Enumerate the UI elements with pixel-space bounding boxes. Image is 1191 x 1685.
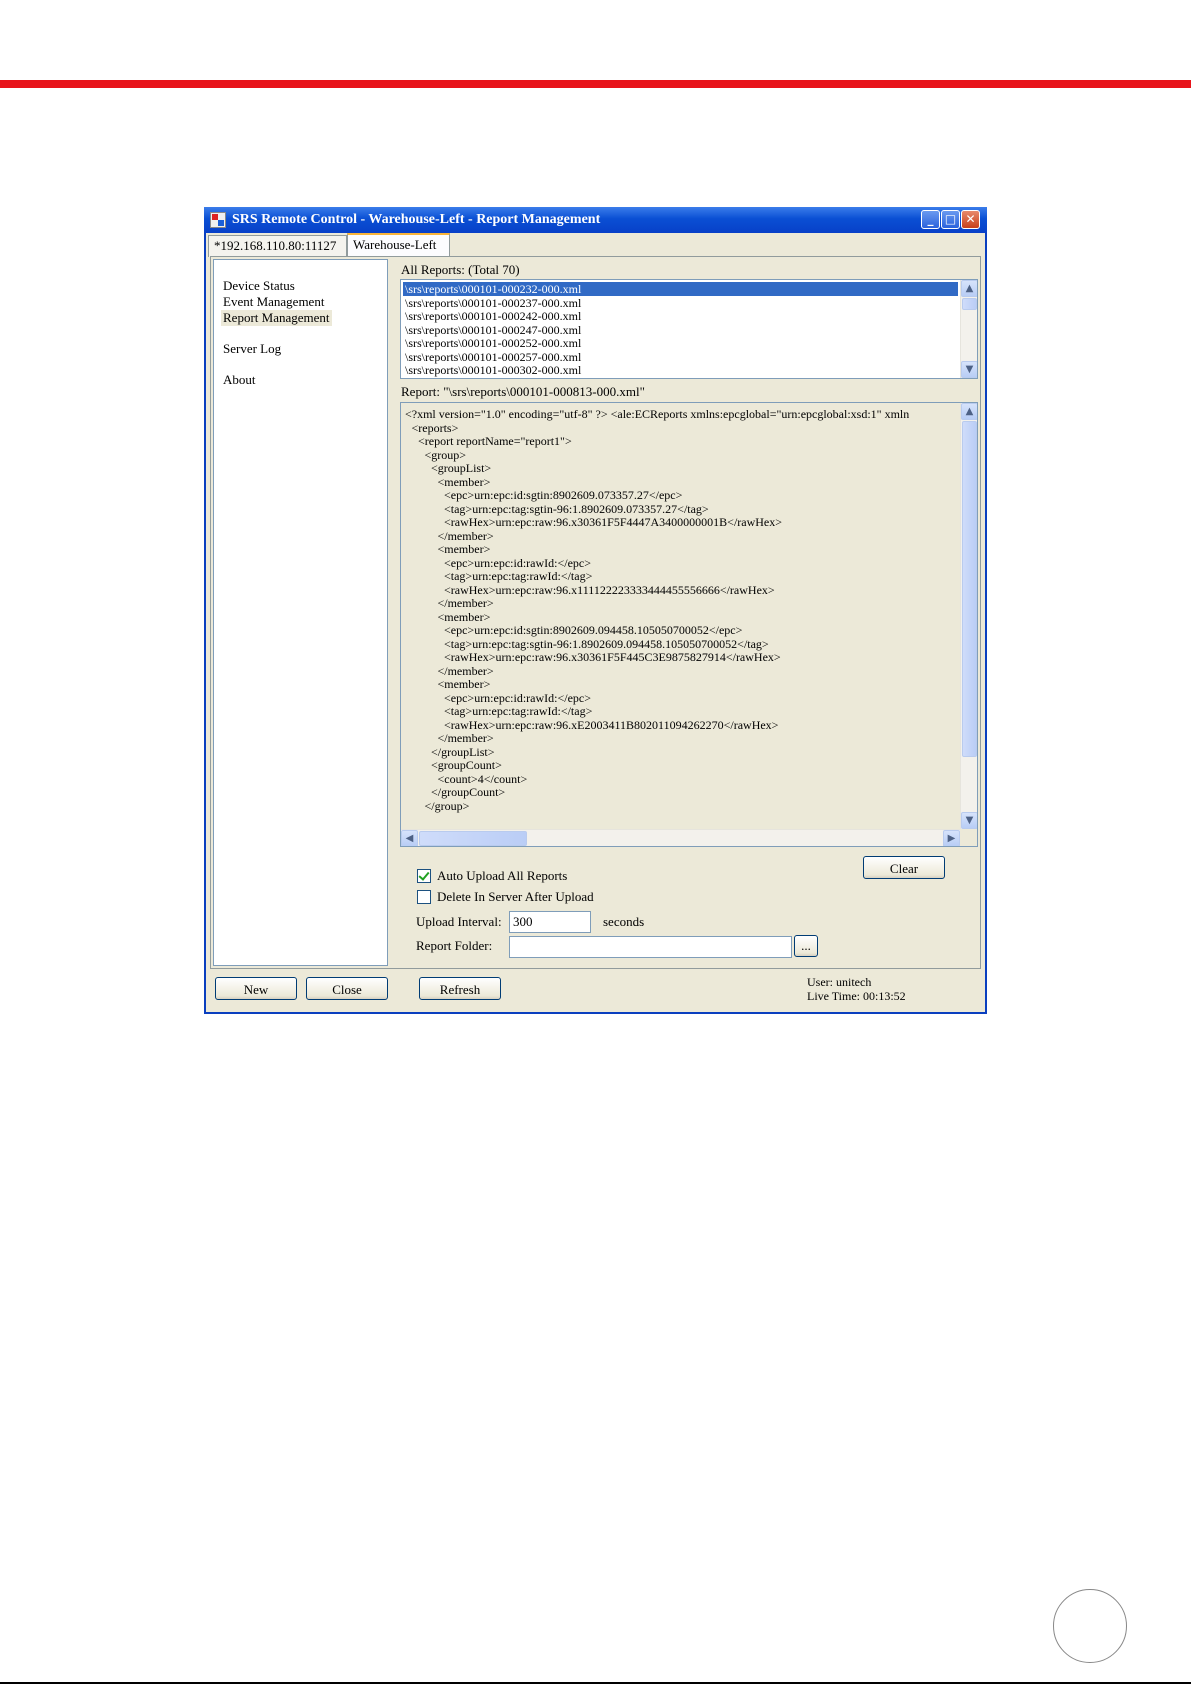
- scroll-right-icon[interactable]: ▶: [943, 830, 960, 846]
- live-time-status: Live Time: 00:13:52: [807, 989, 906, 1003]
- nav-item-about[interactable]: About: [221, 372, 258, 388]
- scroll-up-icon[interactable]: ▲: [961, 280, 977, 297]
- xml-line: <member>: [437, 474, 491, 489]
- new-button[interactable]: New: [215, 977, 297, 1000]
- user-status: User: unitech: [807, 975, 872, 989]
- xml-line: <tag>urn:epc:tag:sgtin-96:1.8902609.0733…: [444, 501, 709, 516]
- minimize-button[interactable]: _: [921, 210, 940, 229]
- list-item[interactable]: \srs\reports\000101-000257-000.xml: [403, 350, 583, 364]
- reports-list[interactable]: \srs\reports\000101-000232-000.xml \srs\…: [400, 279, 978, 379]
- auto-upload-label: Auto Upload All Reports: [437, 868, 568, 883]
- scroll-corner: [960, 829, 977, 846]
- list-item[interactable]: \srs\reports\000101-000302-000.xml: [403, 363, 583, 377]
- report-xml-viewer[interactable]: <?xml version="1.0" encoding="utf-8" ?> …: [400, 402, 978, 847]
- refresh-button[interactable]: Refresh: [419, 977, 501, 1000]
- xml-line: </group>: [424, 798, 470, 813]
- xml-line: <rawHex>urn:epc:raw:96.x30361F5F445C3E98…: [444, 650, 781, 664]
- xml-line: <tag>urn:epc:tag:rawId:</tag>: [444, 704, 593, 718]
- close-window-button[interactable]: ✕: [961, 210, 980, 229]
- scroll-down-icon[interactable]: ▼: [961, 361, 977, 378]
- xml-line: <rawHex>urn:epc:raw:96.x30361F5F4447A340…: [444, 515, 783, 529]
- list-item[interactable]: \srs\reports\000101-000242-000.xml: [403, 309, 583, 323]
- xml-line: <member>: [437, 609, 491, 624]
- report-vertical-scrollbar[interactable]: ▲ ▼: [960, 403, 977, 829]
- report-title-label: Report: "\srs\reports\000101-000813-000.…: [401, 384, 645, 399]
- tab-content: Device Status Event Management Report Ma…: [210, 256, 981, 969]
- list-item[interactable]: \srs\reports\000101-000247-000.xml: [403, 323, 583, 337]
- clear-button[interactable]: Clear: [863, 856, 945, 879]
- xml-line: <epc>urn:epc:id:sgtin:8902609.094458.105…: [444, 623, 743, 637]
- xml-line: <report reportName="report1">: [418, 434, 572, 448]
- app-window: SRS Remote Control - Warehouse-Left - Re…: [204, 207, 987, 1014]
- scroll-down-icon[interactable]: ▼: [961, 812, 977, 829]
- xml-line: <epc>urn:epc:id:sgtin:8902609.073357.27<…: [444, 488, 683, 502]
- xml-line: <groupList>: [431, 461, 492, 475]
- list-item[interactable]: \srs\reports\000101-000232-000.xml: [403, 282, 958, 296]
- xml-line: <groupCount>: [431, 758, 502, 772]
- xml-line: <epc>urn:epc:id:rawId:</epc>: [444, 690, 592, 705]
- delete-after-upload-label: Delete In Server After Upload: [437, 889, 594, 904]
- list-item[interactable]: \srs\reports\000101-000237-000.xml: [403, 296, 583, 310]
- xml-line: </groupList>: [431, 744, 495, 759]
- xml-line: <tag>urn:epc:tag:rawId:</tag>: [444, 569, 593, 583]
- xml-line: <reports>: [411, 420, 459, 435]
- nav-item-device-status[interactable]: Device Status: [221, 278, 297, 294]
- page-number-circle: [1053, 1589, 1127, 1663]
- xml-line: <member>: [437, 542, 491, 556]
- app-icon: [210, 212, 226, 228]
- report-horizontal-scrollbar[interactable]: ◀ ▶: [401, 829, 960, 846]
- maximize-button[interactable]: □: [941, 210, 960, 229]
- xml-line: </member>: [437, 596, 494, 610]
- page-header-rule: [0, 80, 1191, 88]
- report-folder-input[interactable]: [509, 936, 792, 958]
- scroll-up-icon[interactable]: ▲: [961, 403, 977, 420]
- page-footer-rule: [0, 1682, 1191, 1684]
- report-folder-label: Report Folder:: [416, 938, 493, 953]
- seconds-label: seconds: [603, 914, 645, 929]
- delete-after-upload-checkbox[interactable]: [417, 890, 431, 904]
- nav-panel: Device Status Event Management Report Ma…: [213, 259, 388, 966]
- xml-line: <member>: [437, 677, 491, 691]
- xml-line: </member>: [437, 528, 494, 543]
- tab-connection[interactable]: *192.168.110.80:11127: [208, 235, 347, 257]
- scroll-left-icon[interactable]: ◀: [401, 830, 418, 846]
- list-item[interactable]: \srs\reports\000101-000252-000.xml: [403, 336, 583, 350]
- xml-line: <group>: [424, 447, 467, 462]
- xml-line: <epc>urn:epc:id:rawId:</epc>: [444, 555, 592, 570]
- all-reports-label: All Reports: (Total 70): [401, 262, 520, 277]
- xml-line: </member>: [437, 663, 494, 678]
- scroll-thumb[interactable]: [419, 831, 527, 846]
- xml-line: </member>: [437, 731, 494, 745]
- browse-folder-button[interactable]: ...: [794, 935, 818, 957]
- window-title: SRS Remote Control - Warehouse-Left - Re…: [232, 212, 601, 227]
- upload-interval-input[interactable]: 300: [509, 911, 591, 933]
- scroll-thumb[interactable]: [962, 421, 977, 757]
- reports-vertical-scrollbar[interactable]: ▲ ▼: [960, 280, 977, 378]
- xml-line: <tag>urn:epc:tag:sgtin-96:1.8902609.0944…: [444, 636, 769, 651]
- xml-line: <rawHex>urn:epc:raw:96.x1111222233334444…: [444, 582, 775, 597]
- xml-line: <rawHex>urn:epc:raw:96.xE2003411B8020110…: [444, 717, 779, 732]
- nav-item-event-management[interactable]: Event Management: [221, 294, 326, 310]
- scroll-thumb[interactable]: [962, 298, 977, 310]
- xml-line: <?xml version="1.0" encoding="utf-8" ?> …: [405, 407, 910, 421]
- title-bar[interactable]: SRS Remote Control - Warehouse-Left - Re…: [204, 207, 987, 233]
- nav-item-report-management[interactable]: Report Management: [221, 310, 332, 326]
- upload-interval-label: Upload Interval:: [416, 914, 502, 929]
- nav-item-server-log[interactable]: Server Log: [221, 341, 283, 357]
- close-button[interactable]: Close: [306, 977, 388, 1000]
- xml-line: </groupCount>: [431, 785, 506, 799]
- auto-upload-checkbox[interactable]: [417, 869, 431, 883]
- xml-line: <count>4</count>: [437, 771, 528, 786]
- tab-warehouse-left[interactable]: Warehouse-Left: [347, 233, 450, 257]
